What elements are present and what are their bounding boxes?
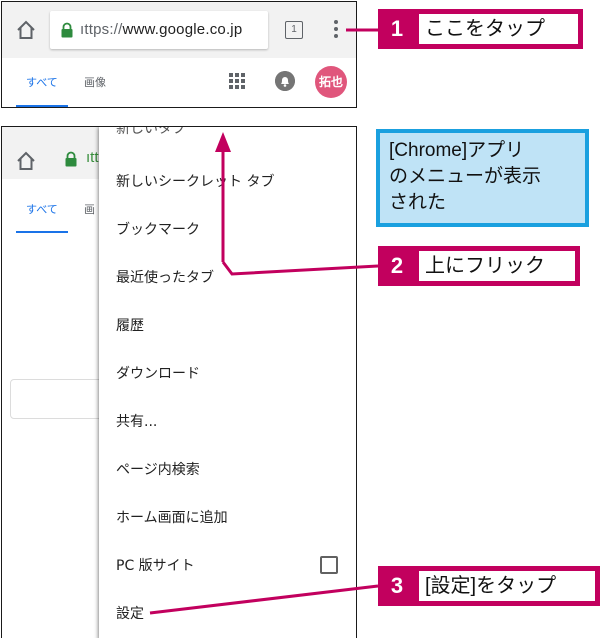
callout-line-3	[149, 584, 379, 615]
step-2-number: 2	[390, 253, 404, 278]
step-3-label: 3 [設定]をタップ	[378, 566, 600, 606]
info-callout: [Chrome]アプリ のメニューが表示 された	[376, 129, 589, 227]
step-1-number: 1	[390, 16, 404, 41]
step-3-text: [設定]をタップ	[419, 571, 595, 601]
callout-line-2	[221, 261, 379, 276]
step-2-text: 上にフリック	[419, 251, 575, 281]
step-3-number: 3	[390, 573, 404, 598]
info-line-3: された	[389, 192, 447, 213]
step-1-label: 1 ここをタップ	[378, 9, 583, 49]
info-line-2: のメニューが表示	[389, 166, 542, 187]
flick-arrow-head	[215, 132, 231, 152]
step-2-label: 2 上にフリック	[378, 246, 580, 286]
info-line-1: [Chrome]アプリ	[389, 140, 525, 161]
step-1-text: ここをタップ	[419, 14, 578, 44]
callout-lines	[149, 28, 379, 615]
